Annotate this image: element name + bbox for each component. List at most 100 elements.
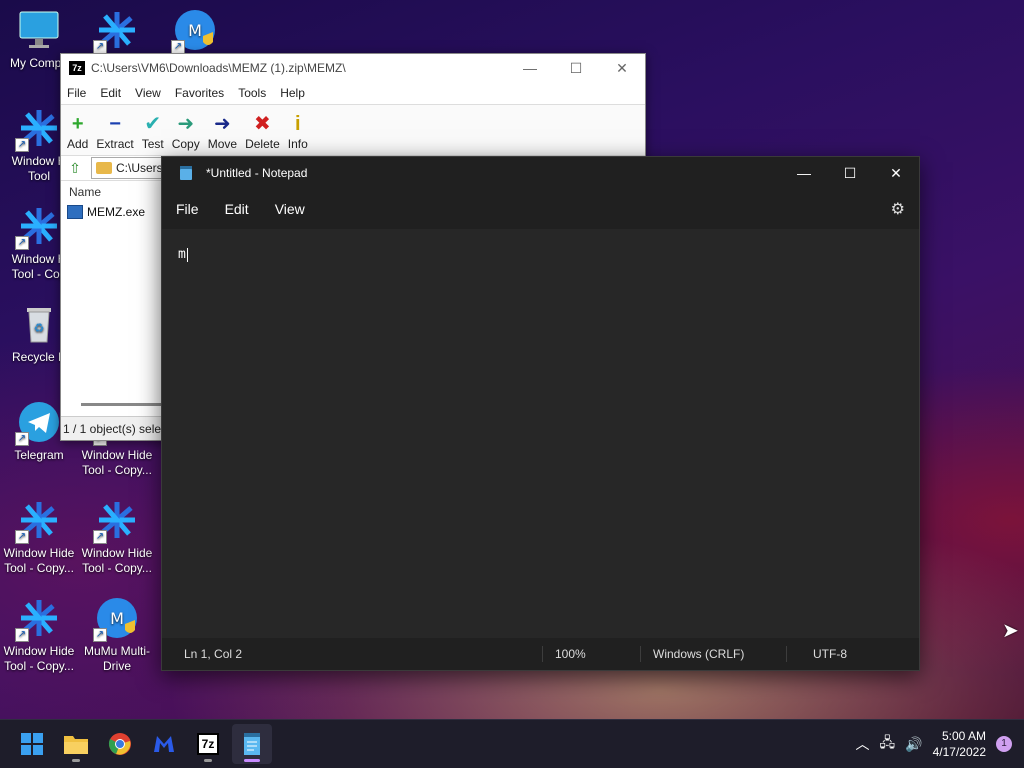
file-name: MEMZ.exe [87, 205, 146, 219]
delete-button[interactable]: ✖ Delete [245, 111, 280, 155]
network-icon[interactable]: 🖧 [880, 732, 896, 756]
info-icon: i [294, 113, 301, 135]
desktop-icon-label: Telegram [14, 448, 64, 462]
cursor-position: Ln 1, Col 2 [184, 647, 243, 661]
text-caret [186, 247, 188, 262]
7zip-toolbar: + Add − Extract ✔ Test ➜ Copy ➜ Move ✖ Delete … [61, 104, 645, 156]
pinwheel-icon: ↗ [15, 596, 61, 642]
desktop-icon-window-hide-tool[interactable]: ↗ [78, 8, 156, 56]
shortcut-arrow-icon: ↗ [15, 236, 29, 250]
volume-icon[interactable]: 🔊 [905, 736, 922, 753]
monitor-icon [17, 8, 61, 52]
chrome-icon [108, 733, 131, 755]
menu-file[interactable]: File [176, 201, 199, 217]
add-label: Add [67, 137, 89, 151]
start-button[interactable] [12, 724, 52, 764]
copy-button[interactable]: ➜ Copy [172, 111, 200, 155]
taskbar-chrome[interactable] [100, 724, 140, 764]
pinwheel-icon: ↗ [15, 106, 61, 152]
pinwheel-icon: ↗ [93, 498, 139, 544]
test-button[interactable]: ✔ Test [142, 111, 164, 155]
menu-edit[interactable]: Edit [225, 201, 249, 217]
address-text: C:\Users [116, 161, 163, 175]
move-icon: ➜ [214, 113, 231, 135]
menu-file[interactable]: File [67, 86, 86, 100]
up-folder-icon[interactable]: ⇧ [65, 158, 85, 178]
test-label: Test [141, 137, 164, 151]
menu-help[interactable]: Help [280, 86, 305, 100]
test-icon: ✔ [144, 113, 162, 135]
pinwheel-icon: ↗ [93, 8, 139, 54]
system-tray: ︿ 🖧 🔊 5:00 AM 4/17/2022 1 [856, 728, 1024, 760]
mumu-icon: M ↗ [171, 8, 217, 54]
clock[interactable]: 5:00 AM 4/17/2022 [933, 728, 986, 760]
settings-gear-icon[interactable]: ⚙ [891, 199, 905, 219]
notification-badge[interactable]: 1 [996, 736, 1012, 752]
minimize-button[interactable]: — [781, 165, 827, 182]
notepad-window[interactable]: *Untitled - Notepad — ☐ ✕ File Edit View… [161, 156, 920, 671]
chevron-up-icon[interactable]: ︿ [856, 734, 870, 754]
shortcut-arrow-icon: ↗ [15, 530, 29, 544]
copy-icon: ➜ [177, 113, 195, 135]
minimize-button[interactable]: — [507, 60, 553, 77]
encoding: UTF-8 [813, 647, 847, 661]
delete-label: Delete [245, 137, 280, 151]
desktop-icon-label: Window Hide Tool - Copy... [81, 448, 153, 477]
desktop-icon-label: Window Hide Tool - Copy... [3, 546, 75, 575]
desktop-icon-window-hide-tool-6[interactable]: ↗ Window Hide Tool - Copy... [0, 596, 78, 674]
extract-label: Extract [96, 137, 134, 151]
move-button[interactable]: ➜ Move [208, 111, 237, 155]
7zip-app-icon: 7z [69, 61, 85, 75]
menu-view[interactable]: View [275, 201, 305, 217]
notepad-titlebar[interactable]: *Untitled - Notepad — ☐ ✕ [162, 157, 919, 189]
delete-icon: ✖ [254, 113, 271, 135]
taskbar-malwarebytes[interactable] [144, 724, 184, 764]
close-button[interactable]: ✕ [599, 60, 645, 77]
desktop-icon-label: MuMu Multi-Drive [83, 644, 150, 673]
extract-icon: − [109, 113, 121, 135]
shortcut-arrow-icon: ↗ [15, 628, 29, 642]
active-indicator [244, 759, 260, 762]
notepad-status-bar: Ln 1, Col 2 100% Windows (CRLF) UTF-8 [162, 638, 919, 670]
menu-tools[interactable]: Tools [238, 86, 266, 100]
desktop-icon-window-hide-tool-4[interactable]: ↗ Window Hide Tool - Copy... [0, 498, 78, 576]
notepad-title: *Untitled - Notepad [206, 166, 308, 180]
7zip-title: C:\Users\VM6\Downloads\MEMZ (1).zip\MEMZ… [91, 61, 346, 75]
extract-button[interactable]: − Extract [96, 111, 133, 155]
menu-edit[interactable]: Edit [100, 86, 121, 100]
file-explorer-icon [64, 736, 88, 754]
notepad-text-area[interactable]: m [162, 229, 919, 638]
info-button[interactable]: i Info [288, 111, 308, 155]
move-label: Move [207, 137, 238, 151]
7zip-menubar: File Edit View Favorites Tools Help [61, 82, 645, 104]
mumu-icon: M ↗ [93, 596, 139, 642]
taskbar-file-explorer[interactable] [56, 724, 96, 764]
svg-text:M: M [110, 609, 124, 628]
running-indicator [204, 759, 212, 762]
close-button[interactable]: ✕ [873, 165, 919, 182]
taskbar-notepad[interactable] [232, 724, 272, 764]
svg-text:M: M [188, 21, 202, 40]
7zip-titlebar[interactable]: 7z C:\Users\VM6\Downloads\MEMZ (1).zip\M… [61, 54, 645, 82]
shortcut-arrow-icon: ↗ [15, 432, 29, 446]
maximize-button[interactable]: ☐ [553, 60, 599, 77]
desktop-icon-window-hide-tool-5[interactable]: ↗ Window Hide Tool - Copy... [78, 498, 156, 576]
clock-date: 4/17/2022 [932, 745, 986, 759]
line-ending: Windows (CRLF) [653, 647, 745, 661]
shortcut-arrow-icon: ↗ [171, 40, 185, 54]
maximize-button[interactable]: ☐ [827, 165, 873, 182]
desktop-icon-mumu-multi-drive[interactable]: M ↗ MuMu Multi-Drive [78, 596, 156, 674]
desktop-icon-mumu[interactable]: M ↗ [156, 8, 234, 56]
zoom-level: 100% [555, 647, 586, 661]
clock-time: 5:00 AM [941, 729, 986, 743]
svg-text:♻: ♻ [34, 321, 45, 335]
shortcut-arrow-icon: ↗ [93, 40, 107, 54]
menu-view[interactable]: View [135, 86, 161, 100]
taskbar-7zip[interactable]: 7z [188, 724, 228, 764]
mouse-cursor-icon: ➤ [1002, 620, 1019, 642]
add-button[interactable]: + Add [67, 111, 88, 155]
folder-icon [96, 162, 112, 174]
notepad-text: m [178, 247, 186, 262]
shortcut-arrow-icon: ↗ [15, 138, 29, 152]
menu-favorites[interactable]: Favorites [175, 86, 224, 100]
